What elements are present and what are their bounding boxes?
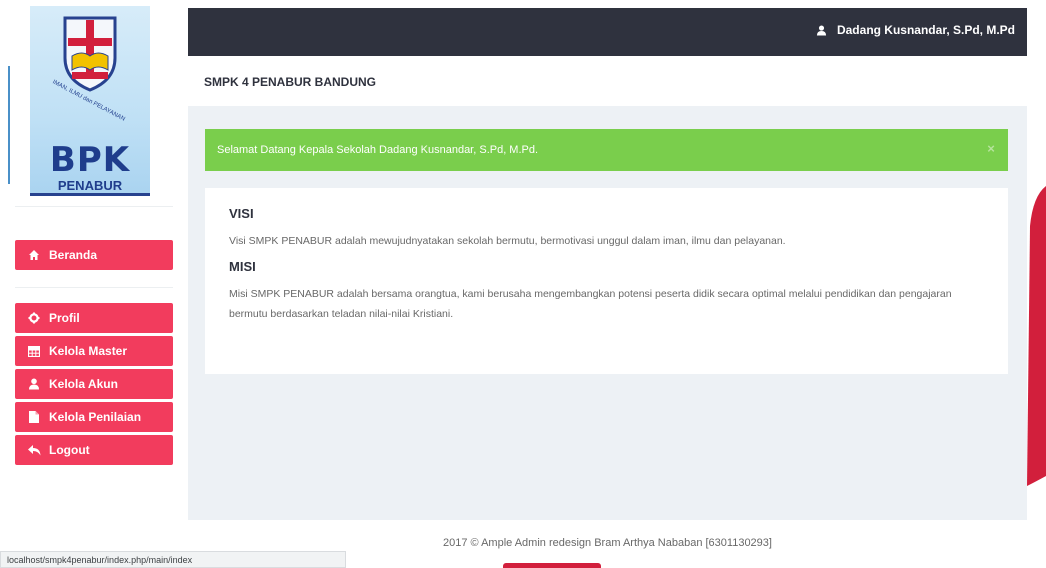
sidebar-item-label: Kelola Akun	[49, 377, 118, 391]
sidebar-item-kelola-master[interactable]: Kelola Master	[15, 336, 173, 366]
sidebar: IMAN, ILMU dan PELAYANAN BPK PENABUR Ber…	[0, 0, 188, 568]
page-title: SMPK 4 PENABUR BANDUNG	[204, 75, 377, 89]
logo-underline	[30, 193, 150, 196]
user-menu[interactable]: Dadang Kusnandar, S.Pd, M.Pd	[816, 23, 1015, 37]
sidebar-item-beranda[interactable]: Beranda	[15, 240, 173, 270]
user-icon	[27, 377, 41, 391]
sidebar-divider	[15, 206, 173, 207]
home-icon	[27, 248, 41, 262]
gear-icon	[27, 311, 41, 325]
logo-accent-line	[8, 66, 10, 184]
welcome-alert: Selamat Datang Kepala Sekolah Dadang Kus…	[205, 129, 1008, 171]
decorative-shape	[1027, 186, 1046, 486]
browser-status-url: localhost/smpk4penabur/index.php/main/in…	[0, 551, 346, 568]
footer-text: 2017 © Ample Admin redesign Bram Arthya …	[443, 537, 772, 549]
sidebar-item-label: Kelola Penilaian	[49, 410, 142, 424]
sidebar-item-profil[interactable]: Profil	[15, 303, 173, 333]
decorative-shape	[503, 563, 601, 568]
reply-icon	[27, 443, 41, 457]
user-name: Dadang Kusnandar, S.Pd, M.Pd	[836, 23, 1015, 37]
page-header: SMPK 4 PENABUR BANDUNG	[188, 56, 1027, 106]
table-icon	[27, 344, 41, 358]
close-icon[interactable]: ×	[984, 142, 998, 156]
sidebar-item-label: Beranda	[49, 248, 98, 262]
top-navbar: Dadang Kusnandar, S.Pd, M.Pd	[188, 8, 1027, 56]
sidebar-item-kelola-akun[interactable]: Kelola Akun	[15, 369, 173, 399]
sidebar-divider	[15, 287, 173, 288]
main-content: Selamat Datang Kepala Sekolah Dadang Kus…	[188, 106, 1027, 520]
sidebar-item-label: Kelola Master	[49, 344, 128, 358]
sidebar-item-label: Logout	[49, 443, 90, 457]
visi-heading: VISI	[229, 206, 254, 221]
sidebar-item-label: Profil	[49, 311, 80, 325]
crest-icon	[63, 16, 117, 92]
visi-text: Visi SMPK PENABUR adalah mewujudnyatakan…	[229, 235, 786, 247]
file-icon	[27, 410, 41, 424]
visi-misi-card: VISI Visi SMPK PENABUR adalah mewujudnya…	[205, 188, 1008, 374]
user-icon	[816, 24, 827, 36]
sidebar-item-kelola-penilaian[interactable]: Kelola Penilaian	[15, 402, 173, 432]
sidebar-item-logout[interactable]: Logout	[15, 435, 173, 465]
alert-message: Selamat Datang Kepala Sekolah Dadang Kus…	[217, 144, 539, 156]
logo-subtitle: PENABUR	[57, 178, 123, 193]
misi-text: Misi SMPK PENABUR adalah bersama orangtu…	[229, 288, 952, 320]
logo-title: BPK	[49, 140, 131, 180]
logo[interactable]: IMAN, ILMU dan PELAYANAN BPK PENABUR	[30, 6, 150, 196]
misi-heading: MISI	[229, 259, 256, 274]
